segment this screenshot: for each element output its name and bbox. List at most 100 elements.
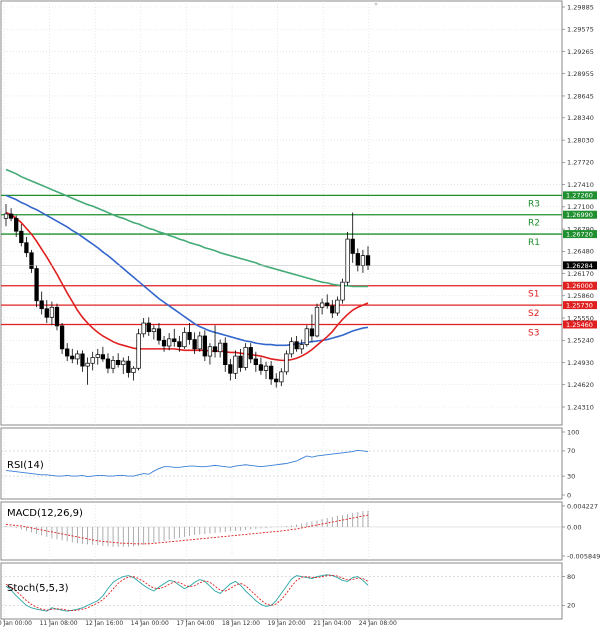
level-price-label: 1.25460 [566,321,593,329]
price-tick-label: 1.28955 [567,70,594,78]
candle-body [258,364,264,371]
indicator-tick-label: 80 [567,573,575,581]
forex-chart: 10 Jan 00:00 11 Jan 08:00 12 Jan 16:00 14 J… [0,0,600,627]
candle-body [304,328,309,345]
candle-body [54,306,60,327]
candle-body [360,255,366,267]
price-tick-label: 1.28340 [567,114,594,122]
level-price-label: 1.26720 [566,230,593,238]
candle-body [49,306,55,318]
price-tick-label: 1.28645 [567,92,594,100]
candle-body [182,332,187,348]
candle-body [192,339,197,350]
candle-body [355,253,360,267]
indicator-tick-label: 0.004227 [567,502,598,510]
indicator-label: MACD(12,26,9) [7,508,83,519]
time-tick-label: 12 Jan 16:00 [85,620,123,627]
time-tick-label: 14 Jan 00:00 [131,620,169,627]
candle-body [299,344,304,350]
time-tick-label: 21 Jan 04:00 [313,620,351,627]
candle-body [330,305,335,314]
level-price-label: 1.27260 [566,192,593,200]
indicator-tick-label: 30 [567,472,575,480]
time-tick-label: 24 Jan 08:00 [359,620,397,627]
candle-body [14,217,19,232]
current-price-label: 1.26284 [566,262,593,270]
candle-body [156,328,162,341]
candle-body [85,362,90,367]
candle-body [309,328,315,337]
price-tick-label: 1.27100 [567,203,594,211]
candle-body [141,322,146,335]
candle-body [95,354,100,358]
indicator-tick-label: 100 [567,428,579,436]
level-price-label: 1.26990 [566,211,593,219]
price-tick-label: 1.29885 [567,3,594,11]
price-pane-frame [0,0,563,426]
candle-body [319,302,325,308]
candle-body [105,358,111,369]
candle-body [350,238,355,254]
candle-body [325,302,330,307]
candle-body [228,364,233,374]
candle-body [197,335,202,350]
level-name-r3: R3 [528,199,540,209]
candle-body [24,242,29,254]
time-tick-label: 19 Jan 20:00 [268,620,306,627]
candle-body [294,341,299,350]
candle [54,303,60,331]
candle-body [126,360,131,373]
candle-body [59,325,65,350]
candle-body [167,338,172,347]
indicator-label: Stoch(5,5,3) [7,583,69,594]
candle-body [70,355,75,360]
time-tick-label: 18 Jan 12:00 [222,620,260,627]
price-tick-label: 1.26170 [567,270,594,278]
candle-body [314,306,320,337]
candle-body [146,322,151,333]
price-tick-label: 1.26480 [567,248,594,256]
candle-body [233,355,238,374]
candle-body [136,333,141,369]
candle-body [212,346,218,353]
candle-body [90,357,95,364]
price-tick-label: 1.27720 [567,159,594,167]
candle-body [289,341,294,355]
candle-body [335,299,340,314]
indicator-pane-frame-0 [0,427,563,500]
candle [284,350,289,375]
candle-body [268,365,274,380]
indicator-tick-label: 20 [567,602,575,610]
indicator-tick-label: -0.005849 [567,552,600,560]
candle-body [340,281,345,301]
time-tick-label: 10 Jan 00:00 [0,620,32,627]
price-tick-label: 1.24620 [567,381,594,389]
candle-body [121,360,126,366]
price-tick-label: 1.25860 [567,292,594,300]
indicator-tick-label: 70 [567,447,575,455]
price-tick-label: 1.25240 [567,337,594,345]
candle-body [365,255,371,267]
candle-body [131,367,136,373]
candle [345,231,350,286]
level-name-s3: S3 [528,328,539,338]
price-tick-label: 1.24310 [567,403,594,411]
candle-body [187,332,192,340]
candle-body [263,365,269,371]
indicator-tick-label: 0.00 [567,523,581,531]
time-tick-label: 17 Jan 04:00 [176,620,214,627]
candle-body [116,360,121,366]
candle-body [65,348,70,357]
candle-body [151,328,157,333]
candle-body [110,360,116,369]
candle [314,303,320,338]
candle-body [172,338,177,343]
candle [243,343,248,371]
price-tick-label: 1.27410 [567,181,594,189]
candle-body [8,213,14,219]
level-price-label: 1.26000 [566,282,593,290]
candle-body [284,353,289,373]
candle-body [202,335,207,357]
candle-body [19,230,24,244]
price-tick-label: 1.24930 [567,359,594,367]
